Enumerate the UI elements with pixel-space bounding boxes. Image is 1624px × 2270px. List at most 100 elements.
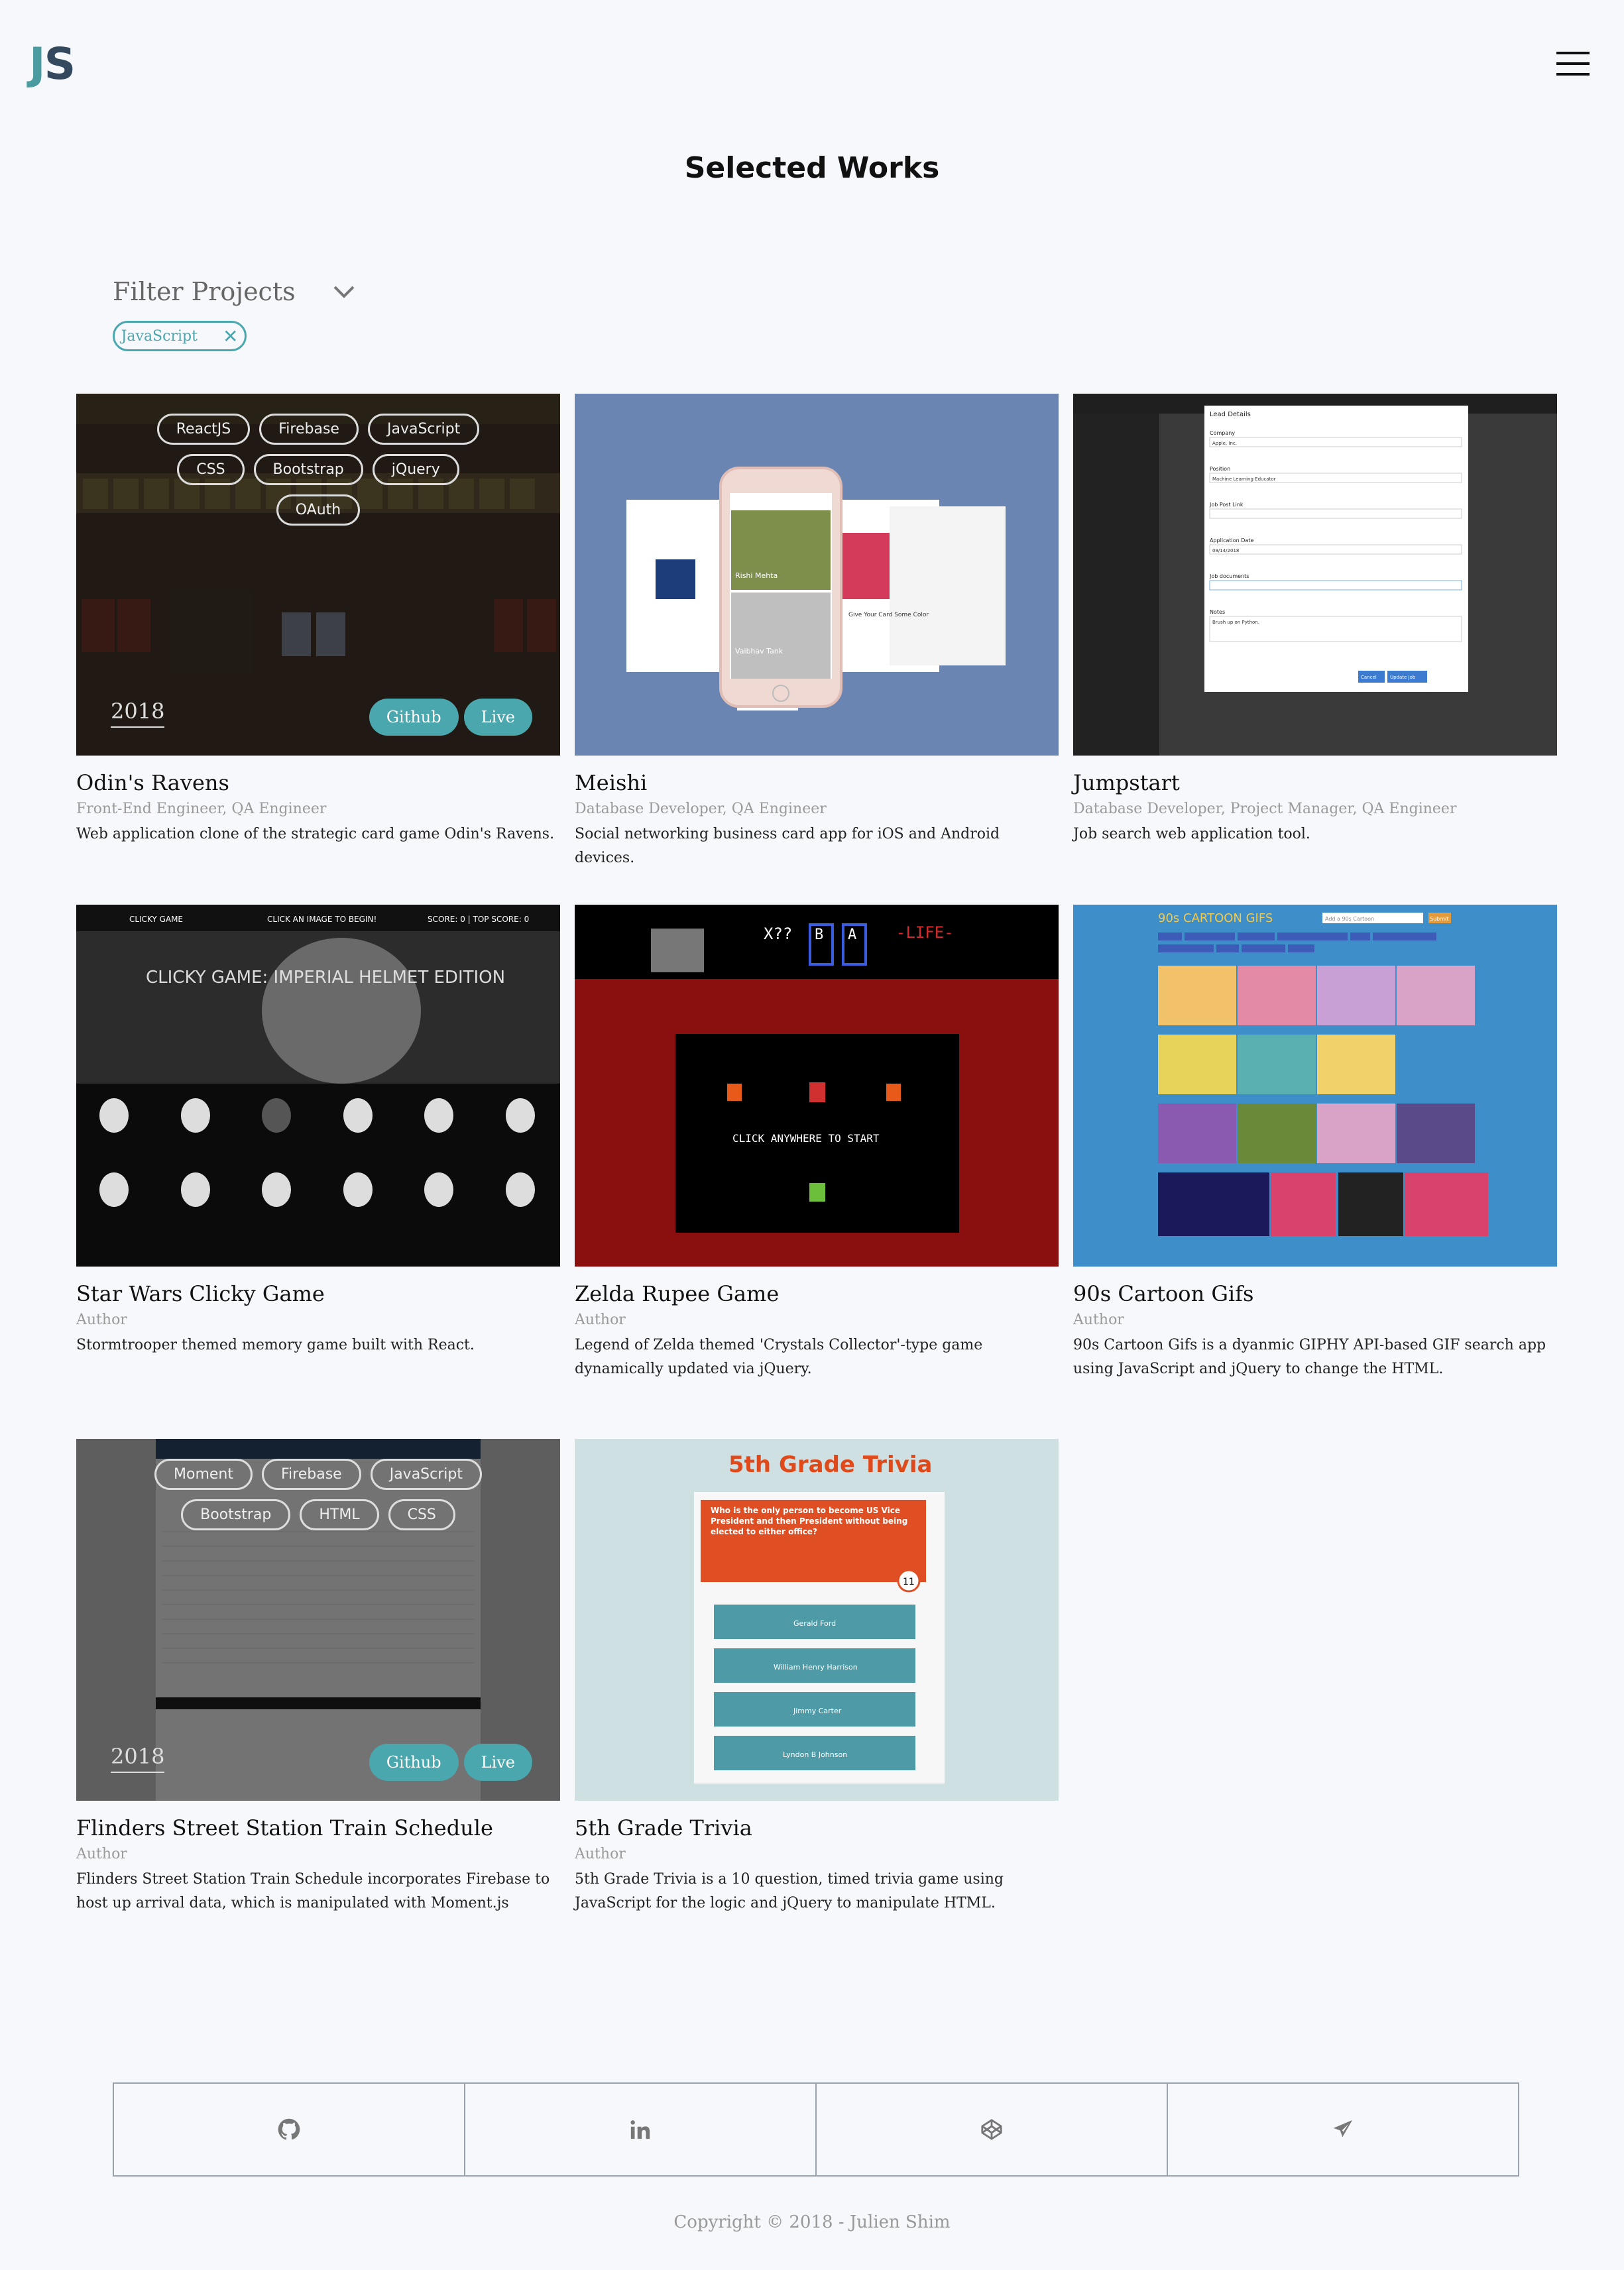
tech-tag: Moment xyxy=(154,1459,253,1490)
tech-tag: CSS xyxy=(177,454,245,485)
tech-tag: Firebase xyxy=(261,1459,361,1490)
jump-field: Application Date xyxy=(1210,538,1253,543)
contact-link[interactable] xyxy=(1168,2084,1518,2175)
filter-label: Filter Projects xyxy=(113,277,296,306)
filter-projects-dropdown[interactable]: Filter Projects xyxy=(113,277,355,306)
project-year: 2018 xyxy=(111,699,165,728)
codepen-link[interactable] xyxy=(817,2084,1168,2175)
sw-bar-right: SCORE: 0 | TOP SCORE: 0 xyxy=(428,915,529,924)
trivia-title: 5th Grade Trivia xyxy=(728,1451,932,1478)
project-thumbnail[interactable]: 90s CARTOON GIFS Add a 90s Cartoon Submi… xyxy=(1073,905,1557,1267)
jump-value: Brush up on Python. xyxy=(1212,620,1259,625)
live-button[interactable]: Live xyxy=(463,699,532,736)
project-card[interactable]: Moment Firebase JavaScript Bootstrap HTM… xyxy=(76,1439,560,1915)
github-link[interactable] xyxy=(114,2084,465,2175)
project-description: 90s Cartoon Gifs is a dyanmic GIPHY API-… xyxy=(1073,1337,1546,1377)
chevron-down-icon xyxy=(333,286,355,298)
zelda-life: -LIFE- xyxy=(896,923,954,942)
starwars-game-image: CLICKY GAME CLICK AN IMAGE TO BEGIN! SCO… xyxy=(76,905,560,1207)
trivia-timer: 11 xyxy=(903,1577,915,1587)
jumpstart-modal-image: Lead Details Company Apple, Inc. Positio… xyxy=(1073,394,1557,756)
cartoon-gifs-image: 90s CARTOON GIFS Add a 90s Cartoon Submi… xyxy=(1073,905,1557,1267)
sw-bar-left: CLICKY GAME xyxy=(129,915,183,924)
jump-value: Apple, Inc. xyxy=(1212,441,1237,446)
page-title: Selected Works xyxy=(684,151,940,185)
project-card[interactable]: X?? B A -LIFE- CLICK ANYWHERE TO START Z… xyxy=(575,905,1059,1381)
project-card[interactable]: Rishi Mehta Vaibhav Tank Give Your Card … xyxy=(575,394,1059,870)
project-thumbnail[interactable]: Rishi Mehta Vaibhav Tank Give Your Card … xyxy=(575,394,1059,756)
linkedin-link[interactable] xyxy=(465,2084,817,2175)
github-button[interactable]: Github xyxy=(369,1744,459,1781)
project-card[interactable]: ReactJS Firebase JavaScript CSS Bootstra… xyxy=(76,394,560,846)
project-description: Flinders Street Station Train Schedule i… xyxy=(76,1871,550,1911)
project-title[interactable]: Zelda Rupee Game xyxy=(575,1281,1059,1306)
meishi-card-label: Give Your Card Some Color xyxy=(848,612,929,618)
cartoon-search-placeholder: Add a 90s Cartoon xyxy=(1325,916,1374,922)
project-title[interactable]: 5th Grade Trivia xyxy=(575,1815,1059,1841)
hamburger-menu-icon[interactable] xyxy=(1556,52,1590,76)
logo[interactable]: JS xyxy=(29,38,76,89)
zelda-b: B xyxy=(815,927,823,943)
trivia-answer: William Henry Harrison xyxy=(774,1663,858,1672)
jump-field: Job Post Link xyxy=(1209,502,1244,508)
cartoon-submit: Submit xyxy=(1430,916,1448,922)
project-title[interactable]: Odin's Ravens xyxy=(76,770,560,795)
project-description: Stormtrooper themed memory game built wi… xyxy=(76,1337,475,1353)
project-roles: Author xyxy=(1073,1312,1124,1328)
linkedin-icon xyxy=(630,2120,650,2139)
tech-tag: Firebase xyxy=(259,414,359,445)
jump-value: 08/14/2018 xyxy=(1212,548,1239,553)
tech-tag: HTML xyxy=(300,1499,379,1530)
project-year: 2018 xyxy=(111,1744,165,1773)
project-roles: Author xyxy=(76,1312,127,1328)
trivia-answer: Jimmy Carter xyxy=(793,1707,842,1715)
project-roles: Database Developer, QA Engineer xyxy=(575,801,827,817)
jump-field: Job documents xyxy=(1209,573,1249,579)
jump-heading: Lead Details xyxy=(1210,411,1251,418)
send-icon xyxy=(1333,2120,1353,2137)
tech-tags: ReactJS Firebase JavaScript CSS Bootstra… xyxy=(76,414,560,526)
tech-tag: Bootstrap xyxy=(181,1499,291,1530)
tech-tag: OAuth xyxy=(276,494,361,526)
project-description: Legend of Zelda themed 'Crystals Collect… xyxy=(575,1337,983,1377)
project-title[interactable]: Flinders Street Station Train Schedule xyxy=(76,1815,560,1841)
zelda-a: A xyxy=(848,927,856,943)
zelda-start: CLICK ANYWHERE TO START xyxy=(732,1132,880,1145)
filter-chip-javascript[interactable]: JavaScript ✕ xyxy=(113,321,247,351)
zelda-game-image: X?? B A -LIFE- CLICK ANYWHERE TO START xyxy=(575,905,1059,1267)
jump-update-label: Update Job xyxy=(1390,675,1416,680)
trivia-answer: Lyndon B Johnson xyxy=(783,1750,847,1759)
jump-value: Machine Learning Educator xyxy=(1212,477,1276,482)
project-roles: Database Developer, Project Manager, QA … xyxy=(1073,801,1457,817)
project-thumbnail[interactable]: X?? B A -LIFE- CLICK ANYWHERE TO START xyxy=(575,905,1059,1267)
project-title[interactable]: Meishi xyxy=(575,770,1059,795)
project-card[interactable]: 90s CARTOON GIFS Add a 90s Cartoon Submi… xyxy=(1073,905,1557,1381)
sw-bar-mid: CLICK AN IMAGE TO BEGIN! xyxy=(267,915,377,924)
copyright: Copyright © 2018 - Julien Shim xyxy=(673,2212,951,2232)
zelda-x: X?? xyxy=(764,925,792,943)
project-title[interactable]: Jumpstart xyxy=(1073,770,1557,795)
jump-field: Notes xyxy=(1210,609,1225,615)
meishi-screens-image: Rishi Mehta Vaibhav Tank Give Your Card … xyxy=(626,467,1006,710)
close-icon[interactable]: ✕ xyxy=(223,325,238,347)
project-description: 5th Grade Trivia is a 10 question, timed… xyxy=(575,1871,1004,1911)
project-description: Web application clone of the strategic c… xyxy=(76,826,555,842)
project-card[interactable]: Lead Details Company Apple, Inc. Positio… xyxy=(1073,394,1557,846)
live-button[interactable]: Live xyxy=(463,1744,532,1781)
jump-cancel-label: Cancel xyxy=(1361,675,1377,680)
project-thumbnail[interactable]: Moment Firebase JavaScript Bootstrap HTM… xyxy=(76,1439,560,1801)
project-thumbnail[interactable]: 5th Grade Trivia Who is the only person … xyxy=(575,1439,1059,1801)
project-card[interactable]: 5th Grade Trivia Who is the only person … xyxy=(575,1439,1059,1915)
project-description: Job search web application tool. xyxy=(1073,826,1310,842)
project-thumbnail[interactable]: Lead Details Company Apple, Inc. Positio… xyxy=(1073,394,1557,756)
project-title[interactable]: Star Wars Clicky Game xyxy=(76,1281,560,1306)
project-thumbnail[interactable]: ReactJS Firebase JavaScript CSS Bootstra… xyxy=(76,394,560,756)
project-card[interactable]: CLICKY GAME CLICK AN IMAGE TO BEGIN! SCO… xyxy=(76,905,560,1357)
project-thumbnail[interactable]: CLICKY GAME CLICK AN IMAGE TO BEGIN! SCO… xyxy=(76,905,560,1267)
github-icon xyxy=(278,2118,300,2140)
github-button[interactable]: Github xyxy=(369,699,459,736)
tech-tag: JavaScript xyxy=(367,414,480,445)
project-title[interactable]: 90s Cartoon Gifs xyxy=(1073,1281,1557,1306)
meishi-name: Rishi Mehta xyxy=(735,571,778,580)
logo-j: J xyxy=(29,38,46,89)
